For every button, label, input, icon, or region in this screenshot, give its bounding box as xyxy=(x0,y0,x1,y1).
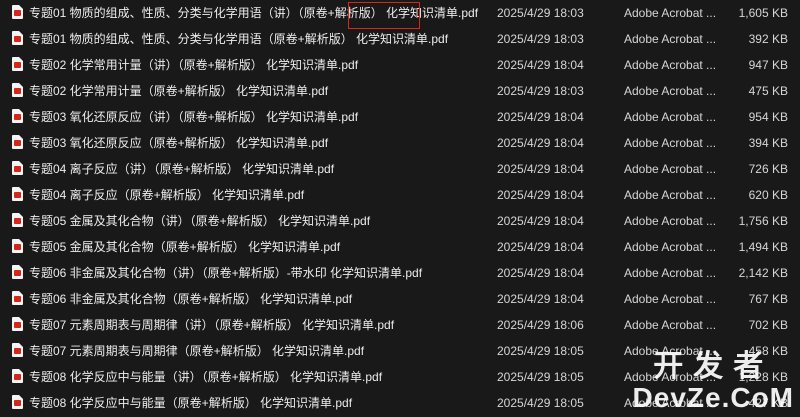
file-size: 394 KB xyxy=(748,136,788,150)
file-row[interactable]: 专题02 化学常用计量（讲）（原卷+解析版） 化学知识清单.pdf 2025/4… xyxy=(0,52,800,78)
file-type: Adobe Acrobat ... xyxy=(624,188,717,202)
file-name: 专题07 元素周期表与周期律（讲）（原卷+解析版） 化学知识清单.pdf xyxy=(29,318,395,332)
file-name: 专题02 化学常用计量（原卷+解析版） 化学知识清单.pdf xyxy=(29,84,329,98)
file-name: 专题02 化学常用计量（讲）（原卷+解析版） 化学知识清单.pdf xyxy=(29,58,359,72)
file-name: 专题07 元素周期表与周期律（原卷+解析版） 化学知识清单.pdf xyxy=(29,344,365,358)
file-date: 2025/4/29 18:05 xyxy=(497,344,584,358)
file-size: 475 KB xyxy=(748,84,788,98)
file-date: 2025/4/29 18:06 xyxy=(497,318,584,332)
pdf-file-icon xyxy=(12,395,23,409)
file-row[interactable]: 专题03 氧化还原反应（原卷+解析版） 化学知识清单.pdf 2025/4/29… xyxy=(0,130,800,156)
pdf-file-icon xyxy=(12,109,23,123)
file-name: 专题03 氧化还原反应（原卷+解析版） 化学知识清单.pdf xyxy=(29,136,329,150)
file-size: 947 KB xyxy=(748,58,788,72)
file-name: 专题04 离子反应（讲）（原卷+解析版） 化学知识清单.pdf xyxy=(29,162,335,176)
watermark-bottom-text: DevZe.CoM xyxy=(632,382,794,413)
file-date: 2025/4/29 18:04 xyxy=(497,162,584,176)
file-size: 726 KB xyxy=(748,162,788,176)
file-row[interactable]: 专题05 金属及其化合物（原卷+解析版） 化学知识清单.pdf 2025/4/2… xyxy=(0,234,800,260)
file-size: 954 KB xyxy=(748,110,788,124)
file-row[interactable]: 专题01 物质的组成、性质、分类与化学用语（原卷+解析版） 化学知识清单.pdf… xyxy=(0,26,800,52)
pdf-file-icon xyxy=(12,187,23,201)
file-size: 1,605 KB xyxy=(738,6,788,20)
file-date: 2025/4/29 18:05 xyxy=(497,396,584,410)
file-date: 2025/4/29 18:03 xyxy=(497,84,584,98)
file-row[interactable]: 专题05 金属及其化合物（讲）（原卷+解析版） 化学知识清单.pdf 2025/… xyxy=(0,208,800,234)
file-name: 专题06 非金属及其化合物（讲）（原卷+解析版）-带水印 化学知识清单.pdf xyxy=(29,266,423,280)
file-date: 2025/4/29 18:03 xyxy=(497,6,584,20)
file-row[interactable]: 专题03 氧化还原反应（讲）（原卷+解析版） 化学知识清单.pdf 2025/4… xyxy=(0,104,800,130)
pdf-file-icon xyxy=(12,83,23,97)
file-date: 2025/4/29 18:04 xyxy=(497,240,584,254)
pdf-file-icon xyxy=(12,57,23,71)
file-name: 专题04 离子反应（原卷+解析版） 化学知识清单.pdf xyxy=(29,188,305,202)
file-name: 专题06 非金属及其化合物（原卷+解析版） 化学知识清单.pdf xyxy=(29,292,353,306)
file-type: Adobe Acrobat ... xyxy=(624,6,717,20)
pdf-file-icon xyxy=(12,265,23,279)
file-type: Adobe Acrobat ... xyxy=(624,32,717,46)
watermark-top-text: 开发者 xyxy=(653,350,774,383)
file-row[interactable]: 专题06 非金属及其化合物（讲）（原卷+解析版）-带水印 化学知识清单.pdf … xyxy=(0,260,800,286)
file-date: 2025/4/29 18:04 xyxy=(497,188,584,202)
file-name: 专题03 氧化还原反应（讲）（原卷+解析版） 化学知识清单.pdf xyxy=(29,110,359,124)
file-row[interactable]: 专题02 化学常用计量（原卷+解析版） 化学知识清单.pdf 2025/4/29… xyxy=(0,78,800,104)
file-date: 2025/4/29 18:03 xyxy=(497,32,584,46)
file-size: 1,756 KB xyxy=(738,214,788,228)
file-type: Adobe Acrobat ... xyxy=(624,266,717,280)
file-type: Adobe Acrobat ... xyxy=(624,292,717,306)
file-row[interactable]: 专题07 元素周期表与周期律（讲）（原卷+解析版） 化学知识清单.pdf 202… xyxy=(0,312,800,338)
file-size: 392 KB xyxy=(748,32,788,46)
file-size: 767 KB xyxy=(748,292,788,306)
file-type: Adobe Acrobat ... xyxy=(624,58,717,72)
file-name: 专题08 化学反应中与能量（讲）（原卷+解析版） 化学知识清单.pdf xyxy=(29,370,383,384)
pdf-file-icon xyxy=(12,317,23,331)
file-row[interactable]: 专题06 非金属及其化合物（原卷+解析版） 化学知识清单.pdf 2025/4/… xyxy=(0,286,800,312)
file-type: Adobe Acrobat ... xyxy=(624,318,717,332)
file-type: Adobe Acrobat ... xyxy=(624,110,717,124)
pdf-file-icon xyxy=(12,239,23,253)
watermark-logo: 开发者 DevZe.CoM xyxy=(633,351,794,413)
file-name: 专题05 金属及其化合物（讲）（原卷+解析版） 化学知识清单.pdf xyxy=(29,214,371,228)
pdf-file-icon xyxy=(12,369,23,383)
pdf-file-icon xyxy=(12,291,23,305)
highlight-box xyxy=(348,2,420,29)
file-name: 专题05 金属及其化合物（原卷+解析版） 化学知识清单.pdf xyxy=(29,240,341,254)
file-size: 2,142 KB xyxy=(738,266,788,280)
file-name: 专题08 化学反应中与能量（原卷+解析版） 化学知识清单.pdf xyxy=(29,396,353,410)
file-date: 2025/4/29 18:04 xyxy=(497,292,584,306)
file-size: 702 KB xyxy=(748,318,788,332)
file-date: 2025/4/29 18:04 xyxy=(497,136,584,150)
pdf-file-icon xyxy=(12,213,23,227)
file-date: 2025/4/29 18:04 xyxy=(497,110,584,124)
file-type: Adobe Acrobat ... xyxy=(624,136,717,150)
pdf-file-icon xyxy=(12,343,23,357)
pdf-file-icon xyxy=(12,161,23,175)
file-type: Adobe Acrobat ... xyxy=(624,240,717,254)
file-size: 620 KB xyxy=(748,188,788,202)
file-type: Adobe Acrobat ... xyxy=(624,84,717,98)
file-row[interactable]: 专题04 离子反应（讲）（原卷+解析版） 化学知识清单.pdf 2025/4/2… xyxy=(0,156,800,182)
pdf-file-icon xyxy=(12,31,23,45)
pdf-file-icon xyxy=(12,5,23,19)
file-row[interactable]: 专题04 离子反应（原卷+解析版） 化学知识清单.pdf 2025/4/29 1… xyxy=(0,182,800,208)
file-date: 2025/4/29 18:04 xyxy=(497,266,584,280)
pdf-file-icon xyxy=(12,135,23,149)
file-date: 2025/4/29 18:05 xyxy=(497,370,584,384)
file-date: 2025/4/29 18:04 xyxy=(497,58,584,72)
file-date: 2025/4/29 18:04 xyxy=(497,214,584,228)
file-name: 专题01 物质的组成、性质、分类与化学用语（原卷+解析版） 化学知识清单.pdf xyxy=(29,32,449,46)
file-type: Adobe Acrobat ... xyxy=(624,214,717,228)
file-type: Adobe Acrobat ... xyxy=(624,162,717,176)
file-size: 1,494 KB xyxy=(738,240,788,254)
